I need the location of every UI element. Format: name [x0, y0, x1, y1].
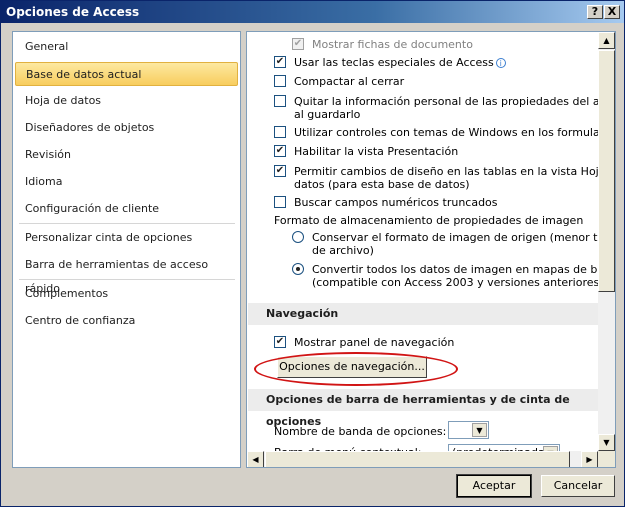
nav-item-datasheet[interactable]: Hoja de datos: [15, 89, 238, 113]
radio-selected-dot: [296, 267, 300, 271]
help-button[interactable]: ?: [587, 5, 603, 19]
special-keys-checkbox[interactable]: ✔: [274, 56, 286, 68]
title-bar[interactable]: Opciones de Access ? X: [1, 1, 624, 23]
vertical-scrollbar[interactable]: ▲ ▼: [598, 32, 615, 451]
accept-button[interactable]: Aceptar: [456, 474, 532, 498]
cancel-button[interactable]: Cancelar: [541, 475, 615, 497]
navigation-section-header: Navegación: [248, 303, 599, 325]
nav-item-current-database[interactable]: Base de datos actual: [15, 62, 238, 86]
chevron-down-icon[interactable]: ▼: [472, 423, 487, 437]
special-keys-label: Usar las teclas especiales de Access i: [294, 56, 506, 69]
show-nav-pane-label: Mostrar panel de navegación: [294, 336, 455, 349]
navigation-options-button[interactable]: Opciones de navegación...: [277, 356, 427, 378]
nav-divider: [19, 279, 235, 280]
nav-item-customize-ribbon[interactable]: Personalizar cinta de opciones: [15, 226, 238, 250]
nav-item-object-designers[interactable]: Diseñadores de objetos: [15, 116, 238, 140]
design-changes-label-2: datos (para esta base de datos): [294, 178, 470, 191]
convert-bitmaps-label-1: Convertir todos los datos de imagen en m…: [312, 263, 611, 276]
image-format-label: Formato de almacenamiento de propiedades…: [274, 214, 584, 227]
vertical-scroll-thumb[interactable]: [598, 50, 615, 292]
preserve-format-label-1: Conservar el formato de imagen de origen…: [312, 231, 616, 244]
show-nav-pane-checkbox[interactable]: ✔: [274, 336, 286, 348]
compact-on-close-checkbox[interactable]: [274, 75, 286, 87]
layout-view-checkbox[interactable]: ✔: [274, 145, 286, 157]
toolbar-section-header: Opciones de barra de herramientas y de c…: [248, 389, 599, 428]
show-doc-tabs-label: Mostrar fichas de documento: [312, 38, 473, 51]
nav-item-general[interactable]: General: [15, 35, 238, 59]
nav-item-add-ins[interactable]: Complementos: [15, 282, 238, 306]
remove-personal-info-label-1: Quitar la información personal de las pr…: [294, 95, 616, 108]
nav-item-quick-access-toolbar[interactable]: Barra de herramientas de acceso rápido: [15, 253, 238, 295]
truncated-fields-label: Buscar campos numéricos truncados: [294, 196, 498, 209]
scroll-right-icon[interactable]: ▶: [581, 451, 598, 467]
design-changes-label-1: Permitir cambios de diseño en las tablas…: [294, 165, 616, 178]
horizontal-scroll-thumb[interactable]: [265, 451, 570, 467]
convert-bitmaps-radio[interactable]: [292, 263, 304, 275]
nav-item-trust-center[interactable]: Centro de confianza: [15, 309, 238, 333]
preserve-format-label-2: de archivo): [312, 244, 374, 257]
windows-themed-label: Utilizar controles con temas de Windows …: [294, 126, 616, 139]
nav-divider: [19, 223, 235, 224]
layout-view-label: Habilitar la vista Presentación: [294, 145, 459, 158]
ribbon-name-combo[interactable]: ▼: [448, 421, 489, 439]
scroll-left-icon[interactable]: ◀: [247, 451, 264, 467]
truncated-fields-checkbox[interactable]: [274, 196, 286, 208]
show-doc-tabs-checkbox[interactable]: ✔: [292, 38, 304, 50]
remove-personal-info-label-2: al guardarlo: [294, 108, 361, 121]
window-title: Opciones de Access: [6, 5, 140, 19]
scroll-corner: [598, 451, 615, 467]
options-dialog: Opciones de Access ? X General Base de d…: [0, 0, 625, 507]
nav-item-client-settings[interactable]: Configuración de cliente: [15, 197, 238, 221]
scroll-up-icon[interactable]: ▲: [598, 32, 615, 49]
options-content: ✔ Mostrar fichas de documento ✔ Usar las…: [246, 31, 616, 468]
info-icon[interactable]: i: [495, 58, 506, 68]
nav-item-language[interactable]: Idioma: [15, 170, 238, 194]
scroll-down-icon[interactable]: ▼: [598, 434, 615, 451]
windows-themed-checkbox[interactable]: [274, 126, 286, 138]
compact-on-close-label: Compactar al cerrar: [294, 75, 405, 88]
options-nav: General Base de datos actual Hoja de dat…: [12, 31, 241, 468]
horizontal-scrollbar[interactable]: ◀ ▶: [247, 451, 598, 467]
close-button[interactable]: X: [604, 5, 620, 19]
preserve-format-radio[interactable]: [292, 231, 304, 243]
ribbon-name-label: Nombre de banda de opciones:: [274, 425, 447, 438]
convert-bitmaps-label-2: (compatible con Access 2003 y versiones …: [312, 276, 604, 289]
remove-personal-info-checkbox[interactable]: [274, 95, 286, 107]
design-changes-checkbox[interactable]: ✔: [274, 165, 286, 177]
nav-item-proofing[interactable]: Revisión: [15, 143, 238, 167]
